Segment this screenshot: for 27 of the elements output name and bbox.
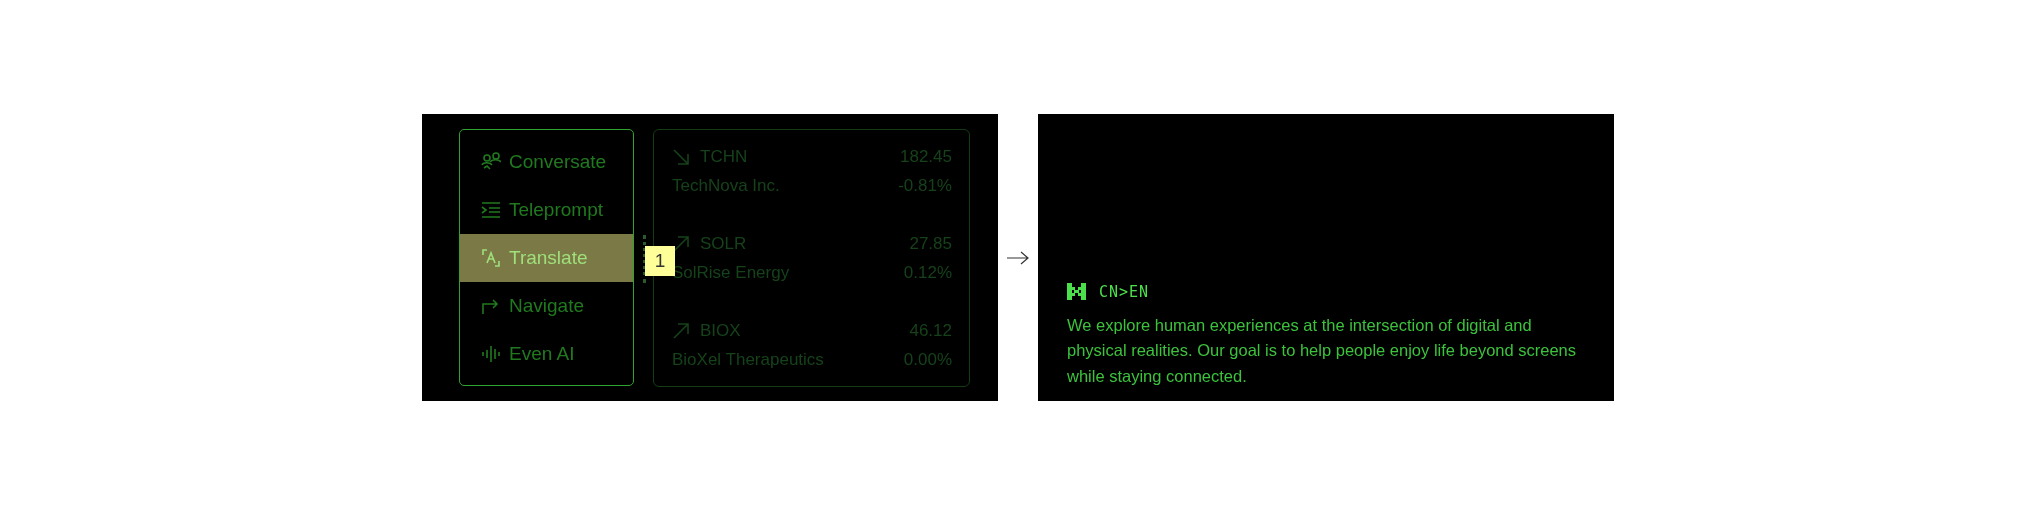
logo-icon: [1067, 283, 1086, 300]
menu-item[interactable]: Translate: [460, 234, 633, 282]
stock-ticker: SOLR: [700, 233, 747, 254]
menu-item[interactable]: Conversate: [460, 138, 633, 186]
right-arrow-icon: [1006, 250, 1030, 265]
company-name: BioXel Therapeutics: [672, 349, 824, 370]
menu-item[interactable]: Navigate: [460, 282, 633, 330]
people-icon: [481, 152, 501, 172]
translate-icon: [481, 248, 501, 268]
stock-ticker: TCHN: [700, 146, 748, 167]
language-pair: CN>EN: [1099, 282, 1150, 301]
annotation-badge: 1: [645, 246, 675, 276]
company-name: SolRise Energy: [672, 262, 790, 283]
translated-text: We explore human experiences at the intersection of digital and physical realities. Our goal is to help people enjoy life beyond screens while staying connected.: [1067, 314, 1578, 387]
menu-item[interactable]: Even AI: [460, 330, 633, 378]
stock-price: 27.85: [909, 233, 952, 254]
stock-price: 46.12: [909, 320, 952, 341]
price-change: -0.81%: [898, 175, 952, 196]
stock-ticker: BIOX: [700, 320, 741, 341]
menu-item[interactable]: Teleprompt: [460, 186, 633, 234]
price-change: 0.12%: [903, 262, 952, 283]
company-name: TechNova Inc.: [672, 175, 780, 196]
turn-arrow-icon: [481, 296, 501, 316]
list-indent-icon: [481, 200, 501, 220]
waveform-icon: [481, 344, 501, 364]
price-change: 0.00%: [903, 349, 952, 370]
stock-price: 182.45: [900, 146, 952, 167]
